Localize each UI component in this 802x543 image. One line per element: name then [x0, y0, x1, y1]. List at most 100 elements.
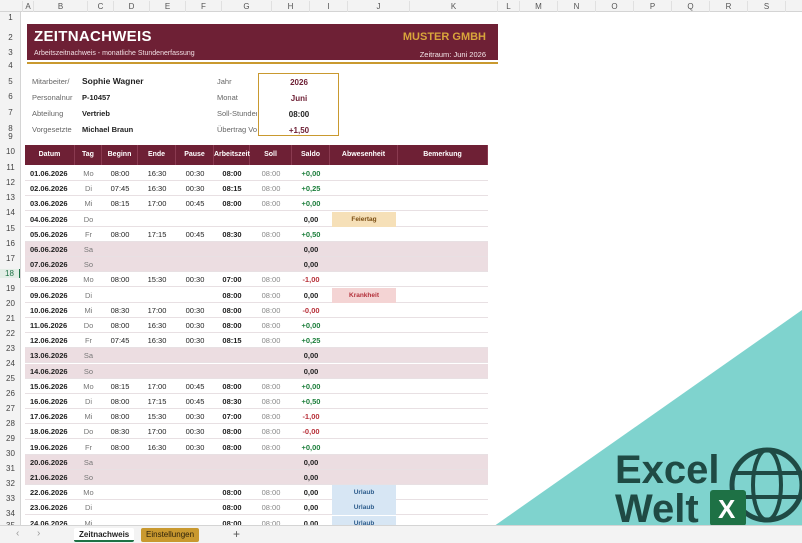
cell-az[interactable]: 08:15 [214, 181, 250, 196]
cell-d[interactable]: 13.06.2026 [25, 348, 75, 363]
row-header-6[interactable]: 6 [0, 92, 20, 101]
column-ende[interactable]: Ende [138, 145, 176, 165]
cell-e[interactable] [138, 455, 176, 470]
cell-sa[interactable]: +0,00 [292, 166, 330, 181]
cell-ab[interactable] [330, 470, 398, 485]
cell-p[interactable]: 00:45 [176, 394, 214, 409]
column-header-r[interactable]: R [709, 1, 747, 12]
row-header-27[interactable]: 27 [0, 404, 20, 413]
cell-t[interactable]: Mi [75, 196, 102, 211]
cell-s[interactable]: 08:00 [250, 303, 292, 318]
cell-t[interactable]: Fr [75, 227, 102, 242]
cell-e[interactable] [138, 348, 176, 363]
cell-b[interactable]: 08:00 [102, 272, 138, 287]
cell-e[interactable]: 17:00 [138, 424, 176, 439]
cell-ab[interactable]: Urlaub [332, 485, 396, 501]
cell-e[interactable]: 16:30 [138, 440, 176, 455]
add-sheet-button[interactable]: + [233, 527, 240, 541]
cell-ab[interactable] [330, 227, 398, 242]
cell-bemerkung[interactable] [398, 166, 488, 181]
month-input[interactable]: Juni [259, 94, 339, 103]
cell-e[interactable] [138, 288, 176, 303]
cell-sa[interactable]: -1,00 [292, 272, 330, 287]
row-header-26[interactable]: 26 [0, 389, 20, 398]
cell-sa[interactable]: 0,00 [292, 500, 330, 515]
table-row[interactable]: 12.06.2026 Fr 07:45 16:30 00:30 08:15 08:00 +0,… [25, 333, 488, 349]
row-header-17[interactable]: 17 [0, 254, 20, 263]
cell-t[interactable]: So [75, 470, 102, 485]
table-row[interactable]: 08.06.2026 Mo 08:00 15:30 00:30 07:00 08:00 -1,… [25, 272, 488, 288]
cell-ab[interactable] [330, 181, 398, 196]
cell-d[interactable]: 24.06.2026 [25, 516, 75, 525]
cell-az[interactable]: 08:00 [214, 516, 250, 525]
cell-p[interactable] [176, 364, 214, 379]
row-header-10[interactable]: 10 [0, 147, 20, 156]
cell-sa[interactable]: 0,00 [292, 257, 330, 272]
row-header-33[interactable]: 33 [0, 494, 20, 503]
row-header-20[interactable]: 20 [0, 299, 20, 308]
column-header-d[interactable]: D [113, 1, 149, 12]
row-header-34[interactable]: 34 [0, 509, 20, 518]
cell-t[interactable]: Mi [75, 303, 102, 318]
row-header-22[interactable]: 22 [0, 329, 20, 338]
cell-s[interactable]: 08:00 [250, 288, 292, 303]
cell-b[interactable] [102, 212, 138, 227]
cell-e[interactable]: 17:15 [138, 227, 176, 242]
cell-b[interactable]: 08:00 [102, 409, 138, 424]
cell-sa[interactable]: 0,00 [292, 485, 330, 500]
table-row[interactable]: 24.06.2026 Mi 08:00 08:00 0,00 Urlaub [25, 515, 488, 525]
cell-t[interactable]: Do [75, 212, 102, 227]
cell-d[interactable]: 18.06.2026 [25, 424, 75, 439]
cell-p[interactable]: 00:30 [176, 303, 214, 318]
cell-b[interactable] [102, 288, 138, 303]
cell-s[interactable]: 08:00 [250, 379, 292, 394]
row-header-2[interactable]: 2 [0, 33, 20, 42]
cell-t[interactable]: Sa [75, 242, 102, 257]
column-header-p[interactable]: P [633, 1, 671, 12]
cell-e[interactable] [138, 257, 176, 272]
cell-e[interactable]: 16:30 [138, 166, 176, 181]
column-bemerkung[interactable]: Bemerkung [398, 145, 488, 165]
column-arbeitszeit[interactable]: Arbeitszeit [214, 145, 250, 165]
cell-ab[interactable]: Urlaub [332, 500, 396, 516]
row-header-1[interactable]: 1 [0, 13, 20, 22]
cell-s[interactable]: 08:00 [250, 196, 292, 211]
cell-bemerkung[interactable] [398, 181, 488, 196]
table-row[interactable]: 01.06.2026 Mo 08:00 16:30 00:30 08:00 08:00 +0,… [25, 166, 488, 181]
cell-t[interactable]: Di [75, 181, 102, 196]
cell-b[interactable] [102, 500, 138, 515]
cell-p[interactable]: 00:30 [176, 424, 214, 439]
cell-sa[interactable]: +0,25 [292, 181, 330, 196]
cell-s[interactable]: 08:00 [250, 516, 292, 525]
cell-s[interactable]: 08:00 [250, 272, 292, 287]
row-header-14[interactable]: 14 [0, 208, 20, 217]
cell-sa[interactable]: 0,00 [292, 288, 330, 303]
cell-s[interactable]: 08:00 [250, 333, 292, 348]
cell-az[interactable]: 08:30 [214, 227, 250, 242]
cell-p[interactable]: 00:30 [176, 440, 214, 455]
column-header-k[interactable]: K [409, 1, 497, 12]
cell-d[interactable]: 14.06.2026 [25, 364, 75, 379]
table-row[interactable]: 05.06.2026 Fr 08:00 17:15 00:45 08:30 08:00 +0,… [25, 227, 488, 242]
cell-ab[interactable] [330, 272, 398, 287]
table-row[interactable]: 19.06.2026 Fr 08:00 16:30 00:30 08:00 08:00 +0,… [25, 440, 488, 455]
cell-bemerkung[interactable] [398, 257, 488, 272]
cell-ab[interactable] [330, 318, 398, 333]
cell-s[interactable]: 08:00 [250, 500, 292, 515]
column-header-n[interactable]: N [557, 1, 595, 12]
table-row[interactable]: 02.06.2026 Di 07:45 16:30 00:30 08:15 08:00 +0,… [25, 181, 488, 197]
cell-b[interactable]: 08:00 [102, 440, 138, 455]
cell-b[interactable]: 08:00 [102, 227, 138, 242]
table-row[interactable]: 17.06.2026 Mi 08:00 15:30 00:30 07:00 08:00 -1,… [25, 409, 488, 425]
cell-s[interactable]: 08:00 [250, 318, 292, 333]
cell-b[interactable] [102, 455, 138, 470]
cell-e[interactable]: 16:30 [138, 333, 176, 348]
cell-p[interactable] [176, 485, 214, 500]
cell-e[interactable] [138, 470, 176, 485]
cell-b[interactable] [102, 348, 138, 363]
department[interactable]: Vertrieb [82, 109, 110, 118]
cell-ab[interactable]: Krankheit [332, 287, 396, 303]
cell-p[interactable]: 00:45 [176, 379, 214, 394]
cell-az[interactable] [214, 455, 250, 470]
cell-p[interactable]: 00:45 [176, 196, 214, 211]
